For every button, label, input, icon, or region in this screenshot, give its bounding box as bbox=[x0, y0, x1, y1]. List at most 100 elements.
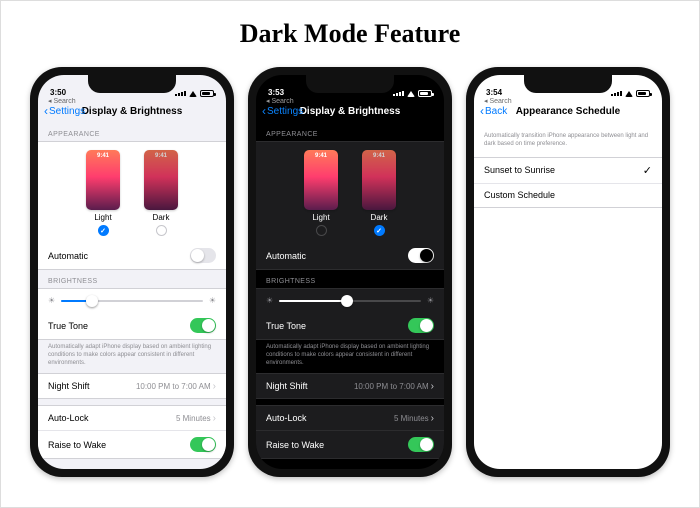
row-label: Automatic bbox=[266, 251, 306, 261]
truetone-footer: Automatically adapt iPhone display based… bbox=[256, 340, 444, 373]
truetone-switch[interactable] bbox=[190, 318, 216, 333]
battery-icon bbox=[418, 90, 432, 97]
status-time: 3:50 bbox=[50, 88, 66, 97]
truetone-footer: Automatically adapt iPhone display based… bbox=[38, 340, 226, 373]
appearance-options: 9:41 Light 9:41 Dark bbox=[38, 142, 226, 242]
row-value: 5 Minutes bbox=[394, 414, 429, 423]
screen-dark: 3:53 ◂ Search ‹Settings Display & Bright… bbox=[256, 75, 444, 469]
chevron-right-icon: › bbox=[213, 381, 216, 392]
row-value: 10:00 PM to 7:00 AM bbox=[136, 382, 211, 391]
notch bbox=[88, 75, 176, 93]
automatic-switch[interactable] bbox=[408, 248, 434, 263]
row-truetone: True Tone bbox=[256, 312, 444, 339]
appearance-option-dark[interactable]: 9:41 Dark bbox=[362, 150, 396, 236]
row-label: Auto-Lock bbox=[266, 413, 307, 423]
wifi-icon bbox=[189, 91, 197, 97]
brightness-slider-row: ☀ ☀ bbox=[256, 289, 444, 312]
phones-row: 3:50 ◂ Search ‹Settings Display & Bright… bbox=[1, 67, 699, 477]
section-appearance-label: APPEARANCE bbox=[38, 123, 226, 141]
nav-bar: ‹Back Appearance Schedule bbox=[474, 99, 662, 123]
sun-high-icon: ☀ bbox=[209, 296, 216, 305]
appearance-option-dark[interactable]: 9:41 Dark bbox=[144, 150, 178, 236]
nav-bar: ‹Settings Display & Brightness bbox=[256, 99, 444, 123]
row-label: True Tone bbox=[48, 321, 88, 331]
phone-dark: 3:53 ◂ Search ‹Settings Display & Bright… bbox=[248, 67, 452, 477]
appearance-option-light[interactable]: 9:41 Light bbox=[86, 150, 120, 236]
row-sunset-sunrise[interactable]: Sunset to Sunrise ✓ bbox=[474, 158, 662, 183]
raise-switch[interactable] bbox=[408, 437, 434, 452]
row-nightshift[interactable]: Night Shift 10:00 PM to 7:00 AM› bbox=[256, 374, 444, 398]
brightness-slider-row: ☀ ☀ bbox=[38, 289, 226, 312]
screen-schedule: 3:54 ◂ Search ‹Back Appearance Schedule … bbox=[474, 75, 662, 469]
row-label: Custom Schedule bbox=[484, 190, 555, 200]
row-value: 10:00 PM to 7:00 AM bbox=[354, 382, 429, 391]
section-brightness-label: BRIGHTNESS bbox=[256, 270, 444, 288]
row-autolock[interactable]: Auto-Lock 5 Minutes› bbox=[256, 406, 444, 430]
row-autolock[interactable]: Auto-Lock 5 Minutes› bbox=[38, 406, 226, 430]
wifi-icon bbox=[625, 91, 633, 97]
status-time: 3:53 bbox=[268, 88, 284, 97]
row-automatic: Automatic bbox=[38, 242, 226, 269]
brightness-slider[interactable] bbox=[279, 300, 421, 302]
appearance-label: Dark bbox=[153, 213, 170, 222]
appearance-preview-dark: 9:41 bbox=[362, 150, 396, 210]
chevron-right-icon: › bbox=[431, 413, 434, 424]
notch bbox=[306, 75, 394, 93]
signal-icon bbox=[393, 91, 404, 96]
signal-icon bbox=[175, 91, 186, 96]
phone-schedule: 3:54 ◂ Search ‹Back Appearance Schedule … bbox=[466, 67, 670, 477]
row-automatic: Automatic bbox=[256, 242, 444, 269]
status-time: 3:54 bbox=[486, 88, 502, 97]
radio-selected-icon bbox=[374, 225, 385, 236]
row-label: Sunset to Sunrise bbox=[484, 165, 555, 175]
row-value: 5 Minutes bbox=[176, 414, 211, 423]
back-button[interactable]: ‹Settings bbox=[262, 105, 303, 117]
back-button[interactable]: ‹Back bbox=[480, 105, 507, 117]
brightness-slider[interactable] bbox=[61, 300, 203, 302]
appearance-label: Light bbox=[312, 213, 329, 222]
sun-low-icon: ☀ bbox=[48, 296, 55, 305]
section-brightness-label: BRIGHTNESS bbox=[38, 270, 226, 288]
row-raise-to-wake: Raise to Wake bbox=[38, 430, 226, 458]
row-nightshift[interactable]: Night Shift 10:00 PM to 7:00 AM› bbox=[38, 374, 226, 398]
raise-switch[interactable] bbox=[190, 437, 216, 452]
appearance-option-light[interactable]: 9:41 Light bbox=[304, 150, 338, 236]
nav-title: Display & Brightness bbox=[82, 106, 183, 117]
appearance-preview-light: 9:41 bbox=[304, 150, 338, 210]
row-label: Automatic bbox=[48, 251, 88, 261]
appearance-label: Dark bbox=[371, 213, 388, 222]
chevron-left-icon: ‹ bbox=[262, 105, 266, 117]
appearance-label: Light bbox=[94, 213, 111, 222]
truetone-switch[interactable] bbox=[408, 318, 434, 333]
phone-light: 3:50 ◂ Search ‹Settings Display & Bright… bbox=[30, 67, 234, 477]
appearance-options: 9:41 Light 9:41 Dark bbox=[256, 142, 444, 242]
screen-light: 3:50 ◂ Search ‹Settings Display & Bright… bbox=[38, 75, 226, 469]
page-title: Dark Mode Feature bbox=[1, 1, 699, 67]
row-label: Raise to Wake bbox=[48, 440, 106, 450]
notch bbox=[524, 75, 612, 93]
nav-bar: ‹Settings Display & Brightness bbox=[38, 99, 226, 123]
row-truetone: True Tone bbox=[38, 312, 226, 339]
battery-icon bbox=[636, 90, 650, 97]
row-label: Raise to Wake bbox=[266, 440, 324, 450]
automatic-switch[interactable] bbox=[190, 248, 216, 263]
row-label: Auto-Lock bbox=[48, 413, 89, 423]
sun-low-icon: ☀ bbox=[266, 296, 273, 305]
chevron-left-icon: ‹ bbox=[480, 105, 484, 117]
row-custom-schedule[interactable]: Custom Schedule bbox=[474, 183, 662, 207]
wifi-icon bbox=[407, 91, 415, 97]
radio-unselected-icon bbox=[156, 225, 167, 236]
sun-high-icon: ☀ bbox=[427, 296, 434, 305]
battery-icon bbox=[200, 90, 214, 97]
back-button[interactable]: ‹Settings bbox=[44, 105, 85, 117]
nav-title: Display & Brightness bbox=[300, 106, 401, 117]
nav-title: Appearance Schedule bbox=[516, 106, 620, 117]
radio-unselected-icon bbox=[316, 225, 327, 236]
appearance-preview-light: 9:41 bbox=[86, 150, 120, 210]
row-raise-to-wake: Raise to Wake bbox=[256, 430, 444, 458]
row-label: Night Shift bbox=[48, 381, 90, 391]
checkmark-icon: ✓ bbox=[643, 164, 652, 177]
chevron-right-icon: › bbox=[213, 413, 216, 424]
row-label: Night Shift bbox=[266, 381, 308, 391]
radio-selected-icon bbox=[98, 225, 109, 236]
